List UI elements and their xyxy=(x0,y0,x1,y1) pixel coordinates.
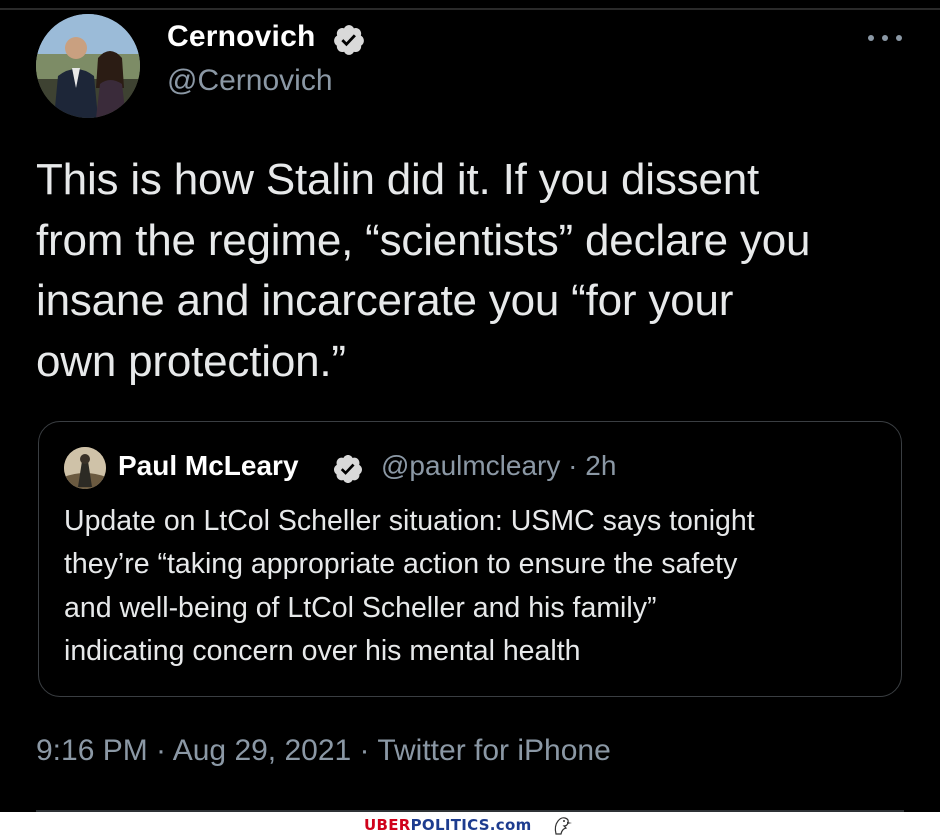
quoted-verified-badge-icon xyxy=(333,455,362,483)
top-divider xyxy=(0,8,940,10)
eagle-logo-icon xyxy=(554,817,572,835)
avatar-photo-icon xyxy=(36,14,140,118)
site-watermark: UBERPOLITICS.com xyxy=(364,814,574,836)
tweet-text: This is how Stalin did it. If you dissen… xyxy=(36,150,916,392)
author-name[interactable]: Cernovich xyxy=(167,20,316,54)
watermark-part-uber: UBER xyxy=(364,816,411,834)
quoted-handle-time[interactable]: @paulmcleary · 2h xyxy=(381,450,616,482)
more-options-icon[interactable] xyxy=(868,30,902,46)
quoted-text-line: and well-being of LtCol Scheller and his… xyxy=(64,591,657,624)
tweet-text-line: insane and incarcerate you “for your xyxy=(36,276,734,325)
quoted-author-name[interactable]: Paul McLeary xyxy=(118,450,299,482)
quoted-tweet-text: Update on LtCol Scheller situation: USMC… xyxy=(64,500,884,673)
tweet-text-line: This is how Stalin did it. If you dissen… xyxy=(36,155,760,204)
tweet-text-line: own protection.” xyxy=(36,336,346,386)
tweet-timestamp[interactable]: 9:16 PM · Aug 29, 2021 · Twitter for iPh… xyxy=(36,734,611,768)
quoted-author-avatar[interactable] xyxy=(64,447,106,489)
quoted-avatar-photo-icon xyxy=(64,447,106,489)
verified-badge-icon xyxy=(334,25,364,55)
watermark-part-politics: POLITICS.com xyxy=(410,816,532,834)
author-avatar[interactable] xyxy=(36,14,140,118)
quoted-text-line: Update on LtCol Scheller situation: USMC… xyxy=(64,505,755,537)
quoted-text-line: indicating concern over his mental healt… xyxy=(64,634,581,667)
tweet-text-line: from the regime, “scientists” declare yo… xyxy=(36,215,811,265)
author-handle[interactable]: @Cernovich xyxy=(167,64,333,98)
quoted-text-line: they’re “taking appropriate action to en… xyxy=(64,548,738,581)
